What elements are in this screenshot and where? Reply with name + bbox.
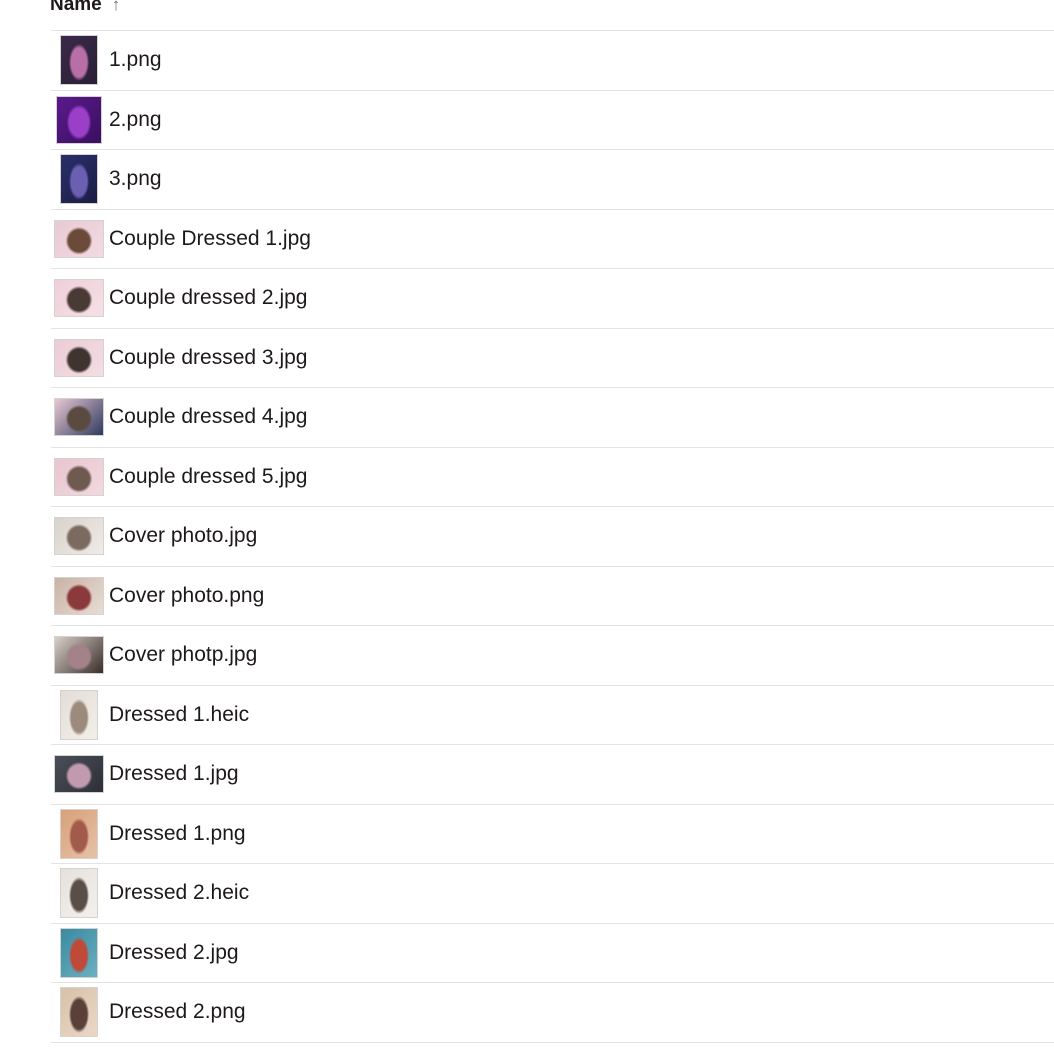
thumbnail-container [51,31,107,90]
image-thumbnail[interactable] [60,808,98,859]
thumbnail-container [51,329,107,388]
image-thumbnail[interactable] [54,457,104,496]
image-thumbnail[interactable] [60,154,98,205]
file-name[interactable]: Dressed 1.jpg [107,762,239,786]
thumbnail-container [51,686,107,745]
image-thumbnail[interactable] [54,576,104,615]
image-thumbnail[interactable] [54,636,104,675]
file-row[interactable]: Couple dressed 2.jpg [51,269,1054,329]
file-row[interactable]: 2.png [51,91,1054,150]
file-row[interactable]: 3.png [51,150,1054,210]
file-row[interactable]: Dressed 1.heic [51,686,1054,745]
image-thumbnail[interactable] [56,95,102,144]
thumbnail-container [51,388,107,447]
image-thumbnail[interactable] [54,338,104,377]
file-name[interactable]: Couple Dressed 1.jpg [107,227,311,251]
name-column-label: Name [50,0,102,15]
file-name[interactable]: Couple dressed 4.jpg [107,405,307,429]
file-row[interactable]: Dressed 1.jpg [51,745,1054,805]
file-row[interactable]: Couple dressed 4.jpg [51,388,1054,448]
file-name[interactable]: Dressed 1.png [107,822,246,846]
file-row[interactable]: Couple Dressed 1.jpg [51,210,1054,269]
image-thumbnail[interactable] [60,927,98,978]
file-list: 1.png 2.png 3.png Couple Dressed 1.jpg Coupl… [51,30,1054,1043]
image-thumbnail[interactable] [54,279,104,318]
file-name[interactable]: Dressed 2.png [107,1000,246,1024]
file-row[interactable]: Couple dressed 3.jpg [51,329,1054,388]
file-row[interactable]: Dressed 2.jpg [51,924,1054,983]
thumbnail-container [51,745,107,804]
image-thumbnail[interactable] [54,755,104,794]
file-name[interactable]: Cover photp.jpg [107,643,257,667]
file-name[interactable]: 1.png [107,48,162,72]
image-thumbnail[interactable] [54,517,104,556]
thumbnail-container [51,924,107,983]
thumbnail-container [51,626,107,685]
file-row[interactable]: Cover photo.png [51,567,1054,626]
thumbnail-container [51,150,107,209]
file-name[interactable]: Couple dressed 3.jpg [107,346,307,370]
file-name[interactable]: Dressed 2.jpg [107,941,239,965]
thumbnail-container [51,567,107,626]
image-thumbnail[interactable] [60,35,98,86]
file-row[interactable]: Dressed 2.png [51,983,1054,1043]
image-thumbnail[interactable] [60,868,98,919]
file-name[interactable]: 3.png [107,167,162,191]
thumbnail-container [51,269,107,328]
file-name[interactable]: Cover photo.jpg [107,524,257,548]
image-thumbnail[interactable] [60,689,98,740]
file-name[interactable]: Dressed 2.heic [107,881,249,905]
thumbnail-container [51,805,107,864]
file-row[interactable]: Cover photo.jpg [51,507,1054,567]
file-name[interactable]: Dressed 1.heic [107,703,249,727]
thumbnail-container [51,91,107,150]
file-name[interactable]: 2.png [107,108,162,132]
file-row[interactable]: Cover photp.jpg [51,626,1054,686]
thumbnail-container [51,864,107,923]
name-column-header[interactable]: Name ↑ [50,0,120,18]
image-thumbnail[interactable] [60,987,98,1038]
image-thumbnail[interactable] [54,398,104,437]
thumbnail-container [51,448,107,507]
file-row[interactable]: Dressed 2.heic [51,864,1054,924]
file-name[interactable]: Cover photo.png [107,584,264,608]
thumbnail-container [51,983,107,1042]
file-name[interactable]: Couple dressed 2.jpg [107,286,307,310]
file-row[interactable]: Dressed 1.png [51,805,1054,864]
image-thumbnail[interactable] [54,219,104,258]
file-row[interactable]: Couple dressed 5.jpg [51,448,1054,507]
thumbnail-container [51,210,107,269]
thumbnail-container [51,507,107,566]
file-row[interactable]: 1.png [51,31,1054,91]
arrow-up-icon[interactable]: ↑ [112,0,121,15]
file-name[interactable]: Couple dressed 5.jpg [107,465,307,489]
